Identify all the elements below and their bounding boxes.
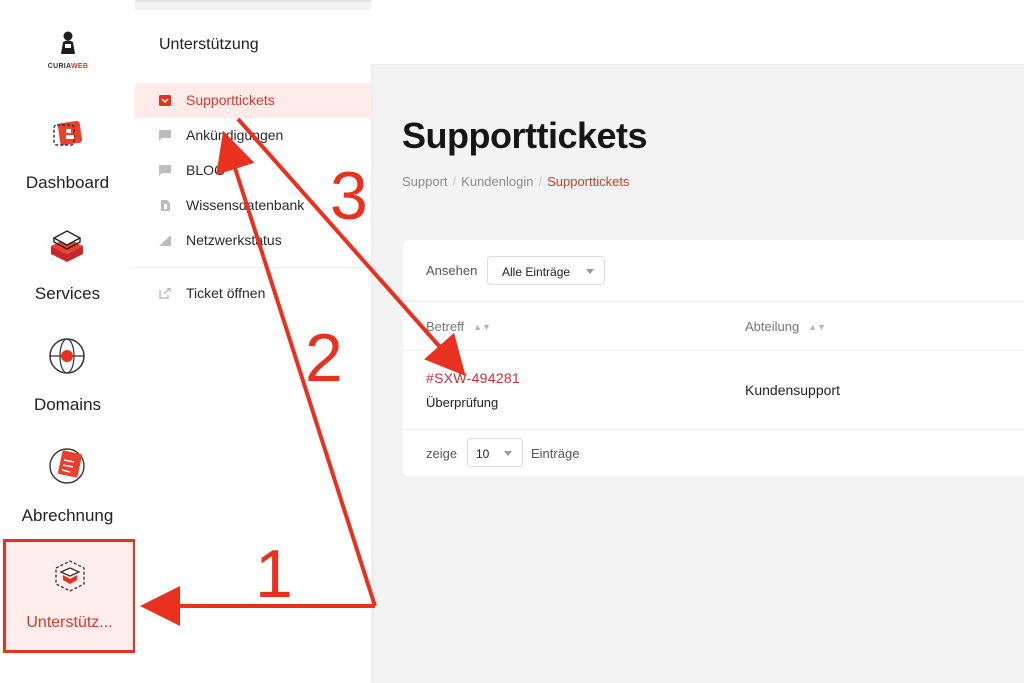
- subnav-item-supporttickets[interactable]: Supporttickets: [135, 83, 371, 118]
- logo-text: CURIAWEB: [47, 63, 89, 70]
- divider: [403, 429, 1024, 430]
- column-header-department[interactable]: Abteilung ▲▼: [745, 319, 826, 334]
- breadcrumb: Support / Kundenlogin / Supporttickets: [402, 174, 630, 189]
- signal-icon: [159, 235, 171, 246]
- rail-item-billing[interactable]: Abrechnung: [0, 446, 135, 546]
- rail-item-label: Dashboard: [25, 173, 110, 192]
- subnav-item-label: Wissensdatenbank: [186, 197, 305, 213]
- top-header: [371, 0, 1024, 65]
- ticket-id-link[interactable]: #SXW-494281: [426, 370, 520, 386]
- chevron-down-icon: [586, 269, 594, 274]
- chevron-down-icon: [504, 451, 512, 456]
- file-icon: [161, 200, 170, 211]
- rail-item-label: Services: [34, 284, 101, 303]
- subnav-item-label: Ankündigungen: [186, 127, 284, 143]
- subnav-item-open-ticket[interactable]: Ticket öffnen: [135, 276, 371, 311]
- rail-item-label: Abrechnung: [21, 506, 114, 525]
- tickets-table-card: Ansehen Alle Einträge Betreff ▲▼ Abteilun…: [403, 240, 1024, 476]
- rail-item-label: Domains: [33, 395, 102, 414]
- external-link-icon: [159, 288, 171, 299]
- dashboard-icon: [53, 120, 83, 146]
- page-title: Supporttickets: [402, 115, 648, 156]
- page-size-value: 10: [476, 447, 490, 461]
- annotation-number-2: 2: [305, 320, 343, 396]
- comment-icon: [159, 165, 171, 176]
- rail-item-services[interactable]: Services: [0, 224, 135, 324]
- divider: [403, 301, 1024, 302]
- comment-icon: [159, 130, 171, 141]
- breadcrumb-current: Supporttickets: [547, 174, 630, 189]
- filter-label: Ansehen: [426, 263, 478, 278]
- subnav-title: Unterstützung: [159, 36, 259, 53]
- rail-item-label: Unterstütz...: [26, 614, 113, 631]
- services-icon: [51, 230, 83, 262]
- annotation-number-1: 1: [255, 536, 293, 612]
- globe-icon: [49, 338, 85, 374]
- subnav-item-label: BLOG: [186, 162, 225, 178]
- rail-item-domains[interactable]: Domains: [0, 335, 135, 435]
- filter-select-value: Alle Einträge: [502, 265, 571, 279]
- brand-logo[interactable]: CURIAWEB: [42, 30, 94, 72]
- ticket-subject: Überprüfung: [426, 395, 499, 410]
- sort-icon: ▲▼: [473, 322, 491, 332]
- rail-item-dashboard[interactable]: Dashboard: [0, 113, 135, 213]
- rail-item-support[interactable]: Unterstütz...: [3, 539, 136, 653]
- main-sidebar: CURIAWEB Dashboard Services Domains Abre…: [0, 0, 136, 683]
- page-size-label: zeige: [426, 446, 458, 461]
- column-header-subject[interactable]: Betreff ▲▼: [426, 319, 491, 334]
- billing-icon: [49, 448, 85, 484]
- breadcrumb-item[interactable]: Kundenlogin: [461, 174, 533, 189]
- ticket-icon: [159, 95, 171, 106]
- sort-icon: ▲▼: [808, 322, 827, 332]
- page-size-select[interactable]: 10: [467, 438, 523, 467]
- subnav-item-announcements[interactable]: Ankündigungen: [135, 118, 371, 153]
- support-box-icon: [55, 560, 85, 592]
- entries-label: Einträge: [531, 446, 580, 461]
- breadcrumb-item[interactable]: Support: [402, 174, 448, 189]
- logo-figure-icon: [61, 31, 75, 54]
- subnav-divider: [135, 267, 371, 268]
- subnav-item-label: Ticket öffnen: [186, 285, 266, 301]
- filter-select[interactable]: Alle Einträge: [487, 256, 605, 285]
- subnav-item-label: Supporttickets: [186, 92, 275, 108]
- annotation-number-3: 3: [330, 158, 368, 234]
- divider: [403, 350, 1024, 351]
- subnav-item-label: Netzwerkstatus: [186, 232, 282, 248]
- ticket-department: Kundensupport: [745, 382, 840, 398]
